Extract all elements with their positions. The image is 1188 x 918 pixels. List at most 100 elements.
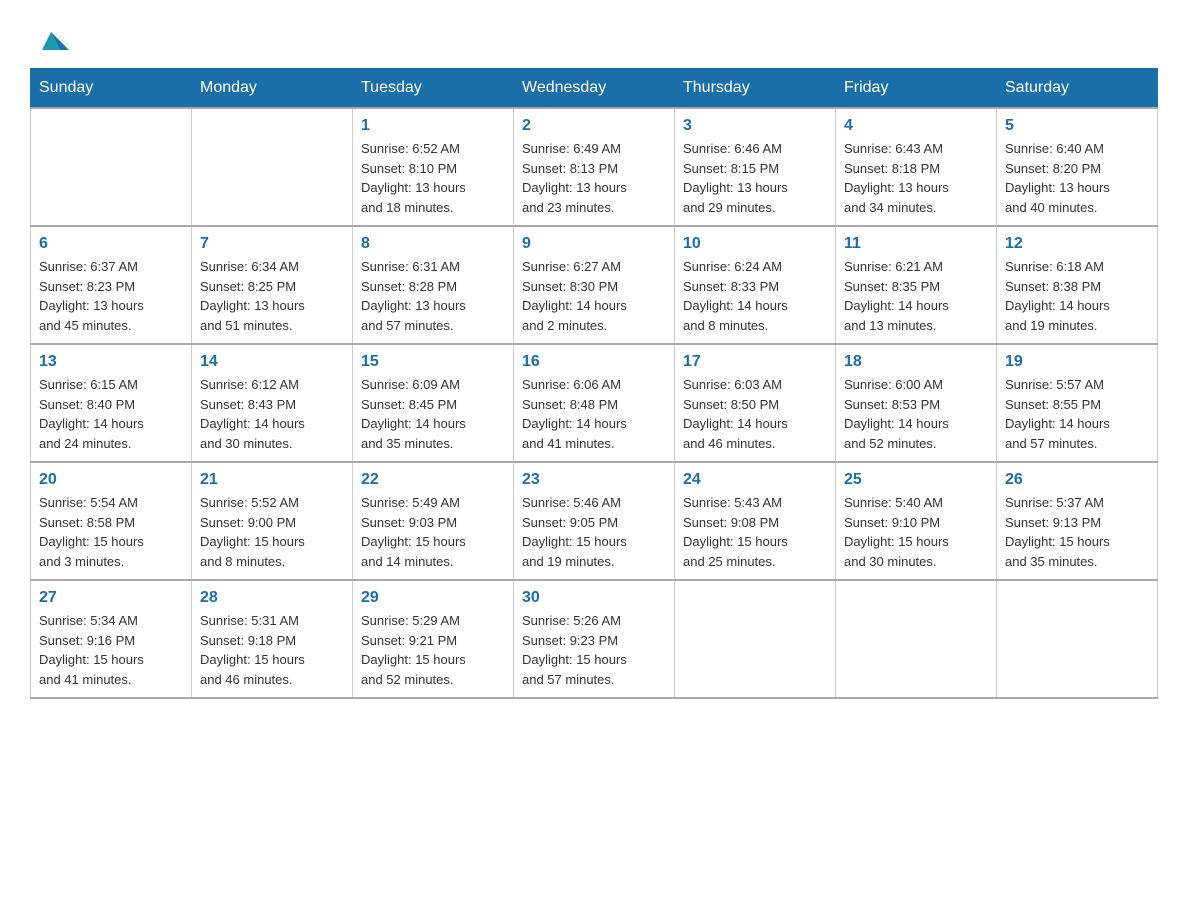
day-number: 24 (683, 471, 827, 489)
calendar-cell: 6Sunrise: 6:37 AM Sunset: 8:23 PM Daylig… (31, 226, 192, 344)
weekday-header-saturday: Saturday (997, 69, 1158, 109)
day-number: 29 (361, 589, 505, 607)
calendar-cell: 13 Sunrise: 6:15 AM Sunset: 8:40 PM Dayli… (31, 344, 192, 462)
weekday-header-thursday: Thursday (675, 69, 836, 109)
weekday-header-friday: Friday (836, 69, 997, 109)
day-number: 19 (1005, 353, 1149, 371)
calendar-cell (675, 580, 836, 698)
calendar-cell: 5 Sunrise: 6:40 AM Sunset: 8:20 PM Daylig… (997, 108, 1158, 226)
day-number: 2 (522, 117, 666, 135)
calendar-cell: 26 Sunrise: 5:37 AM Sunset: 9:13 PM Dayli… (997, 462, 1158, 580)
day-number: 23 (522, 471, 666, 489)
day-number: 12 (1005, 235, 1149, 253)
day-number: 30 (522, 589, 666, 607)
calendar-cell (997, 580, 1158, 698)
day-info: Sunrise: 6:34 AM Sunset: 8:25 PM Dayligh… (200, 257, 344, 335)
day-info: Sunrise: 6:46 AM Sunset: 8:15 PM Dayligh… (683, 139, 827, 217)
calendar-cell: 1 Sunrise: 6:52 AM Sunset: 8:10 PM Daylig… (353, 108, 514, 226)
day-info: Sunrise: 5:43 AM Sunset: 9:08 PM Dayligh… (683, 493, 827, 571)
day-number: 27 (39, 589, 183, 607)
day-number: 20 (39, 471, 183, 489)
day-info: Sunrise: 6:15 AM Sunset: 8:40 PM Dayligh… (39, 375, 183, 453)
day-info: Sunrise: 5:34 AM Sunset: 9:16 PM Dayligh… (39, 611, 183, 689)
day-number: 3 (683, 117, 827, 135)
calendar-cell: 25 Sunrise: 5:40 AM Sunset: 9:10 PM Dayli… (836, 462, 997, 580)
logo-icon (32, 22, 70, 52)
calendar-cell: 21 Sunrise: 5:52 AM Sunset: 9:00 PM Dayli… (192, 462, 353, 580)
day-info: Sunrise: 6:06 AM Sunset: 8:48 PM Dayligh… (522, 375, 666, 453)
day-info: Sunrise: 5:54 AM Sunset: 8:58 PM Dayligh… (39, 493, 183, 571)
day-info: Sunrise: 5:31 AM Sunset: 9:18 PM Dayligh… (200, 611, 344, 689)
day-info: Sunrise: 5:29 AM Sunset: 9:21 PM Dayligh… (361, 611, 505, 689)
day-number: 14 (200, 353, 344, 371)
day-info: Sunrise: 6:12 AM Sunset: 8:43 PM Dayligh… (200, 375, 344, 453)
calendar-week-row: 27 Sunrise: 5:34 AM Sunset: 9:16 PM Dayli… (31, 580, 1158, 698)
day-number: 5 (1005, 117, 1149, 135)
day-info: Sunrise: 6:03 AM Sunset: 8:50 PM Dayligh… (683, 375, 827, 453)
day-number: 17 (683, 353, 827, 371)
calendar-cell: 8 Sunrise: 6:31 AM Sunset: 8:28 PM Daylig… (353, 226, 514, 344)
calendar-week-row: 20 Sunrise: 5:54 AM Sunset: 8:58 PM Dayli… (31, 462, 1158, 580)
calendar-cell: 9 Sunrise: 6:27 AM Sunset: 8:30 PM Daylig… (514, 226, 675, 344)
day-info: Sunrise: 5:49 AM Sunset: 9:03 PM Dayligh… (361, 493, 505, 571)
calendar-cell: 12Sunrise: 6:18 AM Sunset: 8:38 PM Dayli… (997, 226, 1158, 344)
day-info: Sunrise: 6:24 AM Sunset: 8:33 PM Dayligh… (683, 257, 827, 335)
weekday-header-sunday: Sunday (31, 69, 192, 109)
day-number: 15 (361, 353, 505, 371)
day-info: Sunrise: 6:37 AM Sunset: 8:23 PM Dayligh… (39, 257, 183, 335)
day-info: Sunrise: 5:37 AM Sunset: 9:13 PM Dayligh… (1005, 493, 1149, 571)
weekday-header-wednesday: Wednesday (514, 69, 675, 109)
day-info: Sunrise: 5:40 AM Sunset: 9:10 PM Dayligh… (844, 493, 988, 571)
day-info: Sunrise: 6:09 AM Sunset: 8:45 PM Dayligh… (361, 375, 505, 453)
logo (30, 20, 70, 48)
day-number: 16 (522, 353, 666, 371)
calendar-header-row: SundayMondayTuesdayWednesdayThursdayFrid… (31, 69, 1158, 109)
day-info: Sunrise: 6:31 AM Sunset: 8:28 PM Dayligh… (361, 257, 505, 335)
calendar-week-row: 6Sunrise: 6:37 AM Sunset: 8:23 PM Daylig… (31, 226, 1158, 344)
day-info: Sunrise: 5:57 AM Sunset: 8:55 PM Dayligh… (1005, 375, 1149, 453)
day-info: Sunrise: 6:00 AM Sunset: 8:53 PM Dayligh… (844, 375, 988, 453)
calendar-cell: 14 Sunrise: 6:12 AM Sunset: 8:43 PM Dayli… (192, 344, 353, 462)
weekday-header-tuesday: Tuesday (353, 69, 514, 109)
calendar-cell: 10 Sunrise: 6:24 AM Sunset: 8:33 PM Dayli… (675, 226, 836, 344)
day-number: 9 (522, 235, 666, 253)
calendar-cell: 22 Sunrise: 5:49 AM Sunset: 9:03 PM Dayli… (353, 462, 514, 580)
calendar-cell: 27 Sunrise: 5:34 AM Sunset: 9:16 PM Dayli… (31, 580, 192, 698)
day-info: Sunrise: 6:27 AM Sunset: 8:30 PM Dayligh… (522, 257, 666, 335)
day-number: 13 (39, 353, 183, 371)
calendar-cell: 7 Sunrise: 6:34 AM Sunset: 8:25 PM Daylig… (192, 226, 353, 344)
day-number: 21 (200, 471, 344, 489)
day-info: Sunrise: 5:46 AM Sunset: 9:05 PM Dayligh… (522, 493, 666, 571)
calendar-cell: 3 Sunrise: 6:46 AM Sunset: 8:15 PM Daylig… (675, 108, 836, 226)
day-info: Sunrise: 6:21 AM Sunset: 8:35 PM Dayligh… (844, 257, 988, 335)
calendar-cell: 15 Sunrise: 6:09 AM Sunset: 8:45 PM Dayli… (353, 344, 514, 462)
day-number: 22 (361, 471, 505, 489)
day-info: Sunrise: 6:52 AM Sunset: 8:10 PM Dayligh… (361, 139, 505, 217)
day-number: 10 (683, 235, 827, 253)
calendar-cell: 11 Sunrise: 6:21 AM Sunset: 8:35 PM Dayli… (836, 226, 997, 344)
calendar-cell (192, 108, 353, 226)
day-number: 25 (844, 471, 988, 489)
calendar-cell: 4 Sunrise: 6:43 AM Sunset: 8:18 PM Daylig… (836, 108, 997, 226)
calendar-cell: 28Sunrise: 5:31 AM Sunset: 9:18 PM Dayli… (192, 580, 353, 698)
day-info: Sunrise: 5:26 AM Sunset: 9:23 PM Dayligh… (522, 611, 666, 689)
calendar-cell (836, 580, 997, 698)
calendar-cell: 23 Sunrise: 5:46 AM Sunset: 9:05 PM Dayli… (514, 462, 675, 580)
calendar-cell: 17 Sunrise: 6:03 AM Sunset: 8:50 PM Dayli… (675, 344, 836, 462)
day-number: 11 (844, 235, 988, 253)
weekday-header-monday: Monday (192, 69, 353, 109)
day-number: 18 (844, 353, 988, 371)
day-number: 7 (200, 235, 344, 253)
calendar-cell: 2 Sunrise: 6:49 AM Sunset: 8:13 PM Daylig… (514, 108, 675, 226)
day-number: 1 (361, 117, 505, 135)
day-number: 4 (844, 117, 988, 135)
calendar-week-row: 1 Sunrise: 6:52 AM Sunset: 8:10 PM Daylig… (31, 108, 1158, 226)
day-number: 8 (361, 235, 505, 253)
day-number: 26 (1005, 471, 1149, 489)
day-info: Sunrise: 6:49 AM Sunset: 8:13 PM Dayligh… (522, 139, 666, 217)
calendar-cell: 20 Sunrise: 5:54 AM Sunset: 8:58 PM Dayli… (31, 462, 192, 580)
calendar-cell: 19 Sunrise: 5:57 AM Sunset: 8:55 PM Dayli… (997, 344, 1158, 462)
day-info: Sunrise: 6:43 AM Sunset: 8:18 PM Dayligh… (844, 139, 988, 217)
day-info: Sunrise: 6:40 AM Sunset: 8:20 PM Dayligh… (1005, 139, 1149, 217)
day-info: Sunrise: 5:52 AM Sunset: 9:00 PM Dayligh… (200, 493, 344, 571)
